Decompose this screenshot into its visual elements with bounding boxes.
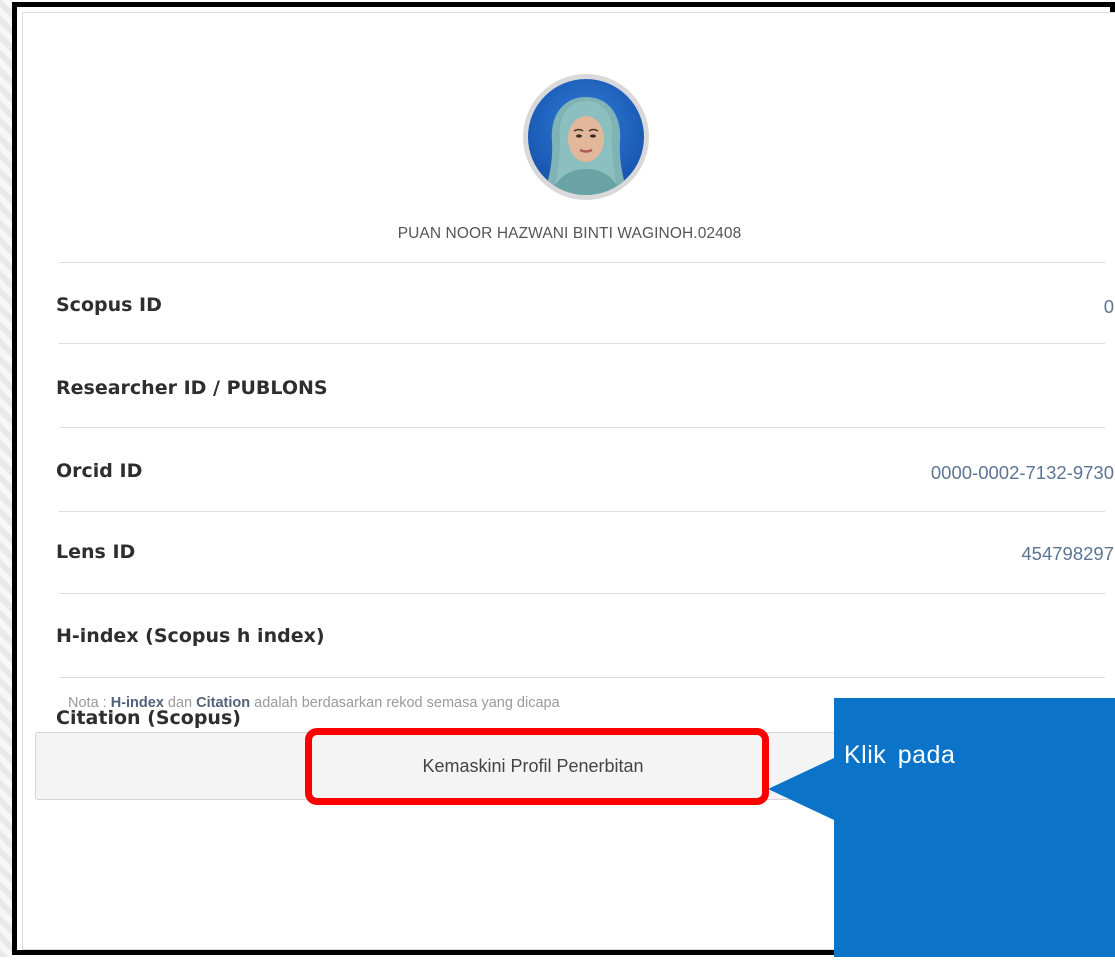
divider bbox=[59, 511, 1105, 512]
note-text: Nota : H-index dan Citation adalah berda… bbox=[68, 695, 560, 711]
profile-photo bbox=[528, 79, 644, 195]
divider bbox=[59, 343, 1105, 344]
orcid-id-value: 0000-0002-7132-9730 bbox=[930, 462, 1114, 483]
divider bbox=[59, 593, 1105, 594]
profile-name: PUAN NOOR HAZWANI BINTI WAGINOH.02408 bbox=[397, 225, 742, 242]
lens-id-label: Lens ID bbox=[56, 541, 136, 563]
divider bbox=[59, 427, 1105, 428]
instruction-callout: Klik pada bbox=[768, 698, 1115, 957]
h-index-label: H-index (Scopus h index) bbox=[56, 625, 325, 647]
callout-text: Klik pada bbox=[844, 741, 956, 769]
lens-id-value: 454798297 bbox=[1021, 543, 1114, 564]
highlight-annotation bbox=[305, 728, 769, 805]
scopus-id-value: 0 bbox=[1103, 296, 1114, 317]
note-hindex: H-index bbox=[110, 695, 164, 711]
scopus-id-label: Scopus ID bbox=[56, 294, 162, 316]
background-pattern bbox=[0, 0, 12, 957]
avatar bbox=[523, 74, 649, 200]
divider bbox=[59, 262, 1105, 263]
orcid-id-label: Orcid ID bbox=[56, 460, 143, 482]
callout-arrow-shape bbox=[768, 698, 1115, 957]
person-portrait-icon bbox=[544, 97, 628, 195]
divider bbox=[59, 677, 1105, 678]
note-citation: Citation bbox=[196, 695, 251, 711]
researcher-id-label: Researcher ID / PUBLONS bbox=[56, 377, 328, 399]
